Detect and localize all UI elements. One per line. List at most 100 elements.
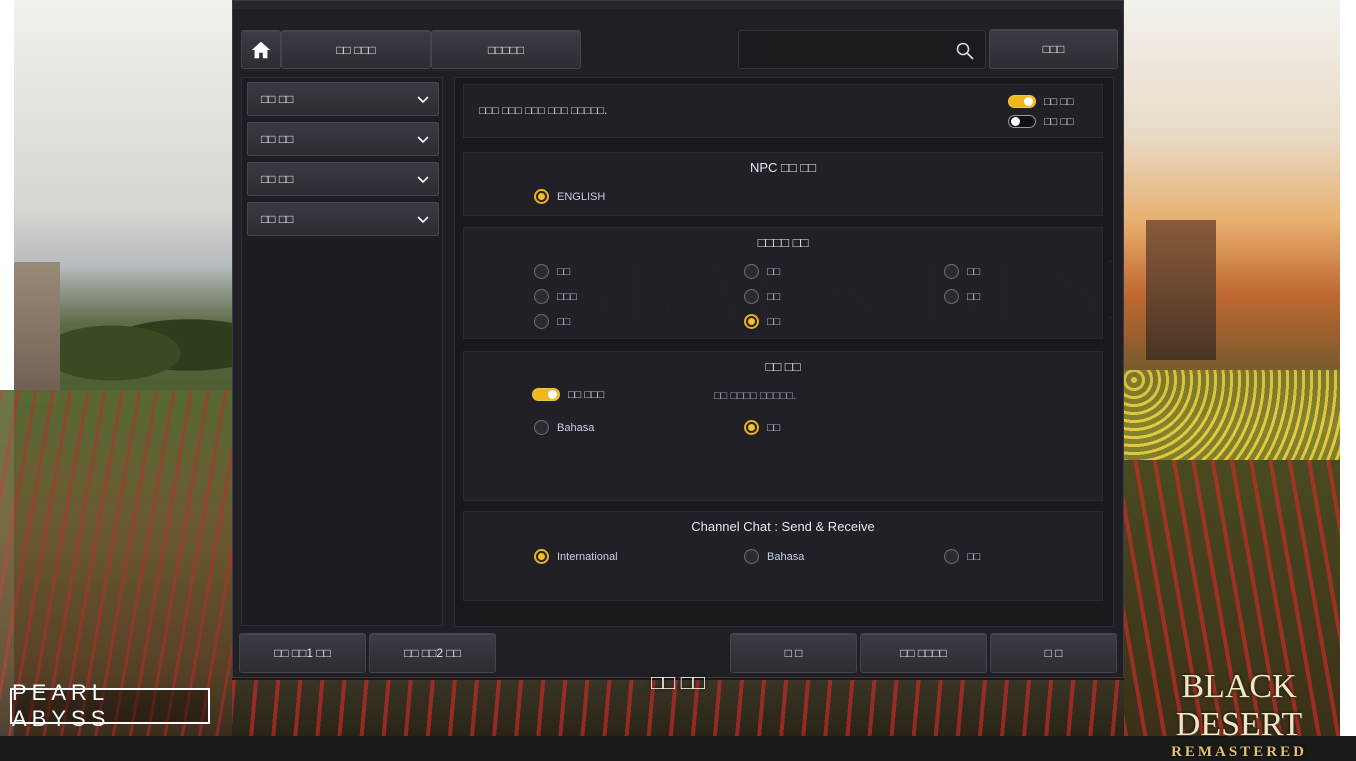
radio-option[interactable]: Bahasa — [534, 420, 594, 435]
radio-option[interactable]: □□□ — [534, 289, 577, 304]
radio-label: Bahasa — [767, 550, 805, 563]
notice-section: □□□ □□□ □□□ □□□ □□□□□. □□ □□ □□ □□ — [463, 84, 1103, 138]
language-settings-window: □□ □□□ □□□□□ □□□ □□ □□ □□ □□ □□ □□ □□ □□… — [232, 0, 1124, 678]
text-language-section: □□ □□ □□ □□□ □□ □□□□ □□□□□. Bahasa □□ — [463, 351, 1103, 501]
radio-button[interactable] — [534, 314, 549, 329]
chevron-down-icon — [417, 136, 429, 144]
radio-button[interactable] — [534, 264, 549, 279]
sidebar-item-label: □□ □□ — [261, 212, 294, 226]
radio-button[interactable] — [744, 420, 759, 435]
radio-button[interactable] — [744, 289, 759, 304]
radio-label: □□ — [767, 290, 781, 303]
radio-button[interactable] — [534, 549, 549, 564]
notice-text: □□□ □□□ □□□ □□□ □□□□□. — [479, 105, 608, 117]
reset-button[interactable]: □□□ — [989, 29, 1118, 69]
home-button[interactable] — [241, 30, 281, 69]
radio-button[interactable] — [534, 189, 549, 204]
radio-option[interactable]: □□ — [744, 314, 780, 329]
radio-label: International — [557, 550, 618, 563]
radio-label: ENGLISH — [557, 190, 606, 203]
radio-label: □□ — [967, 290, 981, 303]
radio-option[interactable]: ENGLISH — [534, 189, 605, 204]
radio-option[interactable]: □□ — [944, 549, 980, 564]
radio-option[interactable]: □□ — [944, 289, 980, 304]
radio-button[interactable] — [534, 289, 549, 304]
radio-label: □□ — [967, 550, 981, 563]
radio-button[interactable] — [744, 314, 759, 329]
black-desert-logo: BLACK DESERT REMASTERED — [1128, 668, 1350, 760]
home-icon — [251, 41, 271, 58]
background-tower — [1146, 220, 1216, 360]
radio-label: □□ — [767, 265, 781, 278]
background-right-scenery — [1124, 0, 1356, 736]
radio-button[interactable] — [744, 264, 759, 279]
pearl-abyss-logo-text: PEARL ABYSS — [12, 680, 111, 731]
sidebar-item-label: □□ □□ — [261, 132, 294, 146]
radio-button[interactable] — [744, 549, 759, 564]
radio-option[interactable]: □□ — [534, 264, 570, 279]
preset-2-button[interactable]: □□ □□2 □□ — [369, 633, 496, 673]
language-section: □□□□ □□ □□ □□ □□ □□□ □□ □□ □□ □□ — [463, 227, 1103, 339]
radio-label: □□ — [557, 265, 571, 278]
notice-toggle-2[interactable]: □□ □□ — [1008, 115, 1074, 128]
radio-option[interactable]: International — [534, 549, 618, 564]
radio-label: □□ — [967, 265, 981, 278]
radio-option[interactable]: □□ — [744, 264, 780, 279]
close-button[interactable]: □ □ — [990, 633, 1117, 673]
radio-label: Bahasa — [557, 421, 595, 434]
apply-button[interactable]: □ □ — [730, 633, 857, 673]
window-top-bar — [233, 1, 1123, 9]
background-house — [14, 262, 60, 402]
radio-option[interactable]: □□ — [744, 289, 780, 304]
notice-toggle-1[interactable]: □□ □□ — [1008, 95, 1074, 108]
toggle-knob — [1024, 97, 1033, 106]
toggle-label: □□ □□ — [1044, 115, 1074, 128]
section-title: Channel Chat : Send & Receive — [691, 519, 875, 534]
settings-sidebar: □□ □□ □□ □□ □□ □□ □□ □□ — [241, 77, 443, 626]
radio-button[interactable] — [944, 289, 959, 304]
radio-button[interactable] — [944, 264, 959, 279]
section-title: □□ □□ — [765, 359, 801, 374]
background-edge — [1340, 0, 1356, 736]
preset-1-button[interactable]: □□ □□1 □□ — [239, 633, 366, 673]
toggle-label: □□ □□□ — [568, 388, 605, 401]
toggle-switch[interactable] — [1008, 95, 1036, 108]
sidebar-item-label: □□ □□ — [261, 172, 294, 186]
radio-option[interactable]: □□ — [534, 314, 570, 329]
radio-option[interactable]: □□ — [944, 264, 980, 279]
section-title: □□□□ □□ — [757, 235, 809, 250]
sidebar-item-3[interactable]: □□ □□ — [247, 162, 439, 196]
radio-option[interactable]: □□ — [744, 420, 780, 435]
toggle-switch[interactable] — [1008, 115, 1036, 128]
settings-content-panel: BLACK DESERT □□□ □□□ □□□ □□□ □□□□□. □□ □… — [454, 77, 1114, 627]
sidebar-item-2[interactable]: □□ □□ — [247, 122, 439, 156]
channel-chat-section: Channel Chat : Send & Receive Internatio… — [463, 511, 1103, 601]
restore-button[interactable]: □□ □□□□ — [860, 633, 987, 673]
toggle-label: □□ □□ — [1044, 95, 1074, 108]
radio-label: □□ — [767, 421, 781, 434]
background-yellow-flowers — [1124, 370, 1356, 460]
sidebar-item-4[interactable]: □□ □□ — [247, 202, 439, 236]
search-icon[interactable] — [955, 41, 975, 61]
sidebar-item-1[interactable]: □□ □□ — [247, 82, 439, 116]
toggle-knob — [548, 390, 557, 399]
search-input[interactable] — [747, 39, 951, 63]
background-trees — [60, 305, 232, 385]
loading-text: □□ □□ — [651, 672, 705, 694]
toggle-knob — [1011, 117, 1020, 126]
text-toggle[interactable]: □□ □□□ — [532, 388, 604, 401]
chevron-down-icon — [417, 96, 429, 104]
chevron-down-icon — [417, 216, 429, 224]
nav-tab-button-2[interactable]: □□□□□ — [431, 30, 581, 69]
search-box[interactable] — [738, 30, 986, 69]
radio-button[interactable] — [534, 420, 549, 435]
toggle-switch[interactable] — [532, 388, 560, 401]
radio-label: □□□ — [557, 290, 577, 303]
npc-voice-section: NPC □□ □□ ENGLISH — [463, 152, 1103, 216]
pearl-abyss-logo: PEARL ABYSS — [10, 680, 210, 731]
radio-label: □□ — [557, 315, 571, 328]
sidebar-item-label: □□ □□ — [261, 92, 294, 106]
nav-tab-button-1[interactable]: □□ □□□ — [281, 30, 431, 69]
radio-button[interactable] — [944, 549, 959, 564]
radio-option[interactable]: Bahasa — [744, 549, 804, 564]
